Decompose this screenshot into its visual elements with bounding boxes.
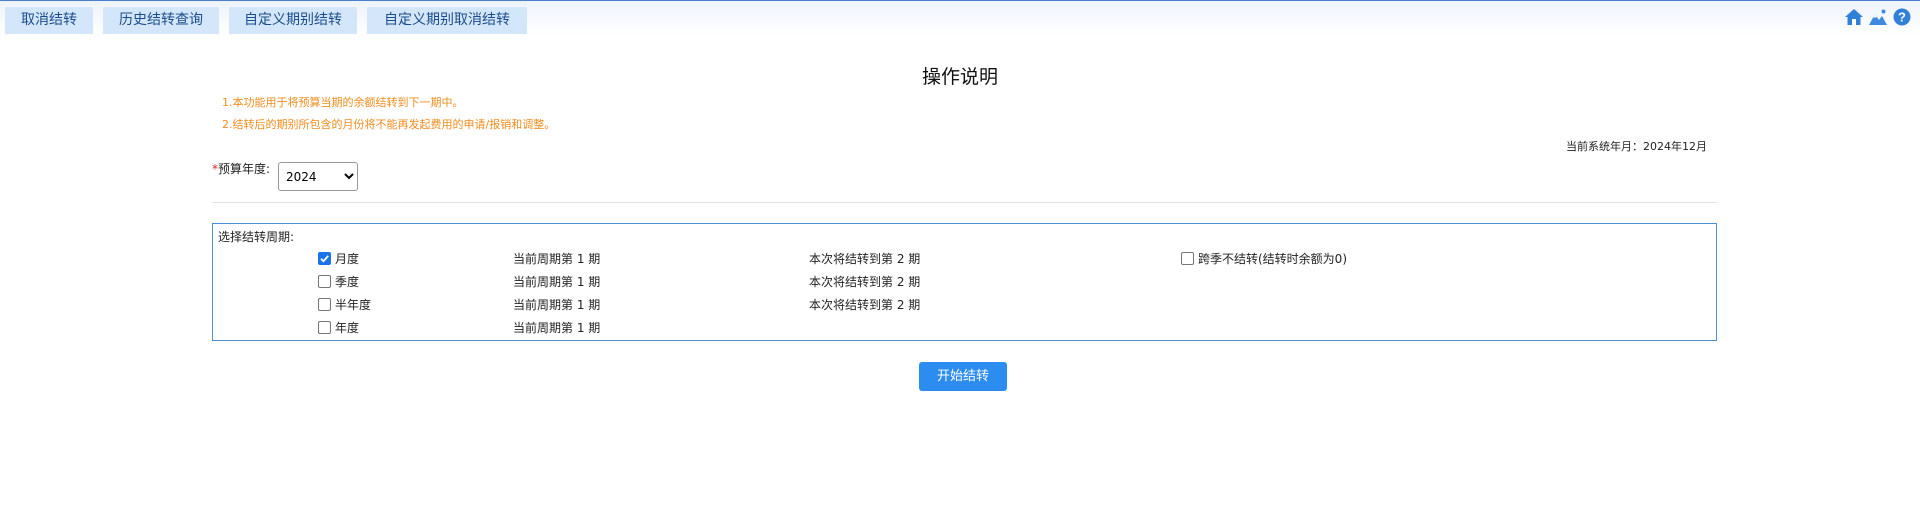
start-carryover-button[interactable]: 开始结转 [919, 362, 1007, 391]
period-label: 月度 [335, 252, 360, 266]
next-period-text: 本次将结转到第 2 期 [809, 252, 921, 266]
system-date: 当前系统年月：2024年12月 [1566, 140, 1707, 153]
period-label: 年度 [335, 321, 360, 335]
instruction-note-2: 2.结转后的期别所包含的月份将不能再发起费用的申请/报销和调整。 [222, 118, 556, 131]
budget-year-label: *预算年度: [212, 160, 270, 177]
checkbox-yearly[interactable] [318, 321, 331, 334]
budget-year-select[interactable]: 2024 [278, 162, 358, 191]
next-period-text: 本次将结转到第 2 期 [809, 275, 921, 289]
svg-text:?: ? [1898, 10, 1906, 25]
period-option-yearly[interactable]: 年度 [318, 319, 359, 336]
instruction-note-1: 1.本功能用于将预算当期的余额结转到下一期中。 [222, 96, 464, 109]
current-period-text: 当前周期第 1 期 [513, 298, 601, 312]
period-option-quarterly[interactable]: 季度 [318, 273, 359, 290]
cross-season-option[interactable]: 跨季不结转(结转时余额为0) [1181, 250, 1347, 267]
checkbox-monthly[interactable] [318, 252, 331, 265]
checkbox-quarterly[interactable] [318, 275, 331, 288]
tab-cancel-carryover[interactable]: 取消结转 [5, 7, 93, 34]
period-option-monthly[interactable]: 月度 [318, 250, 359, 267]
cross-season-label: 跨季不结转(结转时余额为0) [1198, 252, 1347, 266]
mountain-icon[interactable] [1868, 7, 1888, 27]
check-icon [320, 255, 329, 263]
current-period-text: 当前周期第 1 期 [513, 275, 601, 289]
period-label: 季度 [335, 275, 360, 289]
tab-custom-period-cancel[interactable]: 自定义期别取消结转 [367, 7, 527, 34]
home-icon[interactable] [1844, 7, 1864, 27]
tab-history-query[interactable]: 历史结转查询 [103, 7, 219, 34]
top-toolbar: 取消结转 历史结转查询 自定义期别结转 自定义期别取消结转 ? [0, 0, 1920, 36]
budget-year-label-text: 预算年度: [218, 162, 271, 176]
period-panel-title: 选择结转周期: [218, 230, 295, 244]
page-title: 操作说明 [921, 66, 998, 88]
next-period-text: 本次将结转到第 2 期 [809, 298, 921, 312]
period-option-half-year[interactable]: 半年度 [318, 296, 371, 313]
period-label: 半年度 [335, 298, 372, 312]
tab-custom-period-carryover[interactable]: 自定义期别结转 [229, 7, 357, 34]
checkbox-cross-season[interactable] [1181, 252, 1194, 265]
period-panel: 选择结转周期: 月度 当前周期第 1 期 本次将结转到第 2 期 跨季不结转(结… [212, 223, 1717, 341]
divider [212, 202, 1717, 203]
checkbox-half-year[interactable] [318, 298, 331, 311]
help-icon[interactable]: ? [1892, 7, 1912, 27]
current-period-text: 当前周期第 1 期 [513, 252, 601, 266]
current-period-text: 当前周期第 1 期 [513, 321, 601, 335]
top-icons: ? [1844, 7, 1912, 27]
